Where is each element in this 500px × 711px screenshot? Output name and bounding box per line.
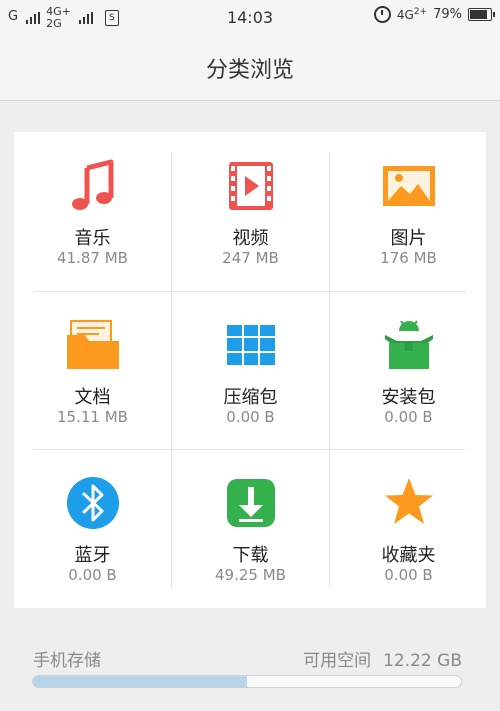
category-pictures[interactable]: 图片 176 MB [330, 132, 487, 290]
category-size: 49.25 MB [215, 566, 286, 584]
category-grid: 音乐 41.87 MB 视频 247 MB 图片 176 MB 文档 15.11… [14, 132, 486, 608]
app-header: 分类浏览 [0, 34, 500, 101]
page-title: 分类浏览 [205, 58, 294, 83]
category-label: 蓝牙 [74, 545, 111, 566]
category-label: 安装包 [381, 387, 436, 408]
category-label: 图片 [390, 228, 427, 249]
category-favorites[interactable]: 收藏夹 0.00 B [330, 449, 487, 607]
category-label: 文档 [74, 387, 111, 408]
category-documents[interactable]: 文档 15.11 MB [14, 291, 171, 449]
category-label: 下载 [232, 545, 269, 566]
category-size: 176 MB [380, 249, 437, 267]
category-size: 0.00 B [68, 566, 117, 584]
storage-panel[interactable]: 手机存储 可用空间 12.22 GB [0, 608, 500, 711]
music-note-icon [71, 159, 113, 210]
archive-icon [226, 325, 275, 365]
category-archives[interactable]: 压缩包 0.00 B [172, 291, 329, 449]
category-video[interactable]: 视频 247 MB [172, 132, 329, 290]
star-icon [384, 478, 433, 524]
bluetooth-icon [66, 477, 119, 529]
image-icon [382, 166, 435, 206]
category-label: 压缩包 [223, 387, 278, 408]
network-right-label: 4G2+ [396, 7, 428, 22]
battery-icon [468, 8, 495, 21]
category-packages[interactable]: 安装包 0.00 B [330, 291, 487, 449]
storage-available: 可用空间 12.22 GB [303, 646, 462, 671]
android-package-icon [384, 320, 433, 369]
category-label: 音乐 [74, 228, 111, 249]
alarm-icon [373, 6, 391, 23]
download-icon [226, 479, 275, 527]
category-bluetooth[interactable]: 蓝牙 0.00 B [14, 449, 171, 607]
category-music[interactable]: 音乐 41.87 MB [14, 132, 171, 290]
category-size: 0.00 B [384, 408, 433, 426]
category-size: 15.11 MB [57, 408, 128, 426]
category-label: 视频 [232, 228, 269, 249]
category-downloads[interactable]: 下载 49.25 MB [172, 449, 329, 607]
storage-available-label: 可用空间 [303, 651, 372, 671]
category-label: 收藏夹 [381, 545, 436, 566]
storage-title: 手机存储 [33, 651, 101, 671]
storage-usage-fill [33, 676, 247, 687]
status-right: 4G2+ 79% [373, 6, 495, 23]
storage-available-value: 12.22 GB [383, 651, 462, 671]
status-bar: G 4G+ 2G S 14:03 4G2+ 79% [0, 0, 500, 34]
category-size: 247 MB [222, 249, 279, 267]
category-size: 0.00 B [226, 408, 275, 426]
category-size: 41.87 MB [57, 249, 128, 267]
storage-usage-bar [32, 675, 462, 688]
folder-document-icon [66, 320, 119, 369]
battery-percent: 79% [433, 7, 462, 22]
category-size: 0.00 B [384, 566, 433, 584]
film-play-icon [228, 162, 273, 210]
